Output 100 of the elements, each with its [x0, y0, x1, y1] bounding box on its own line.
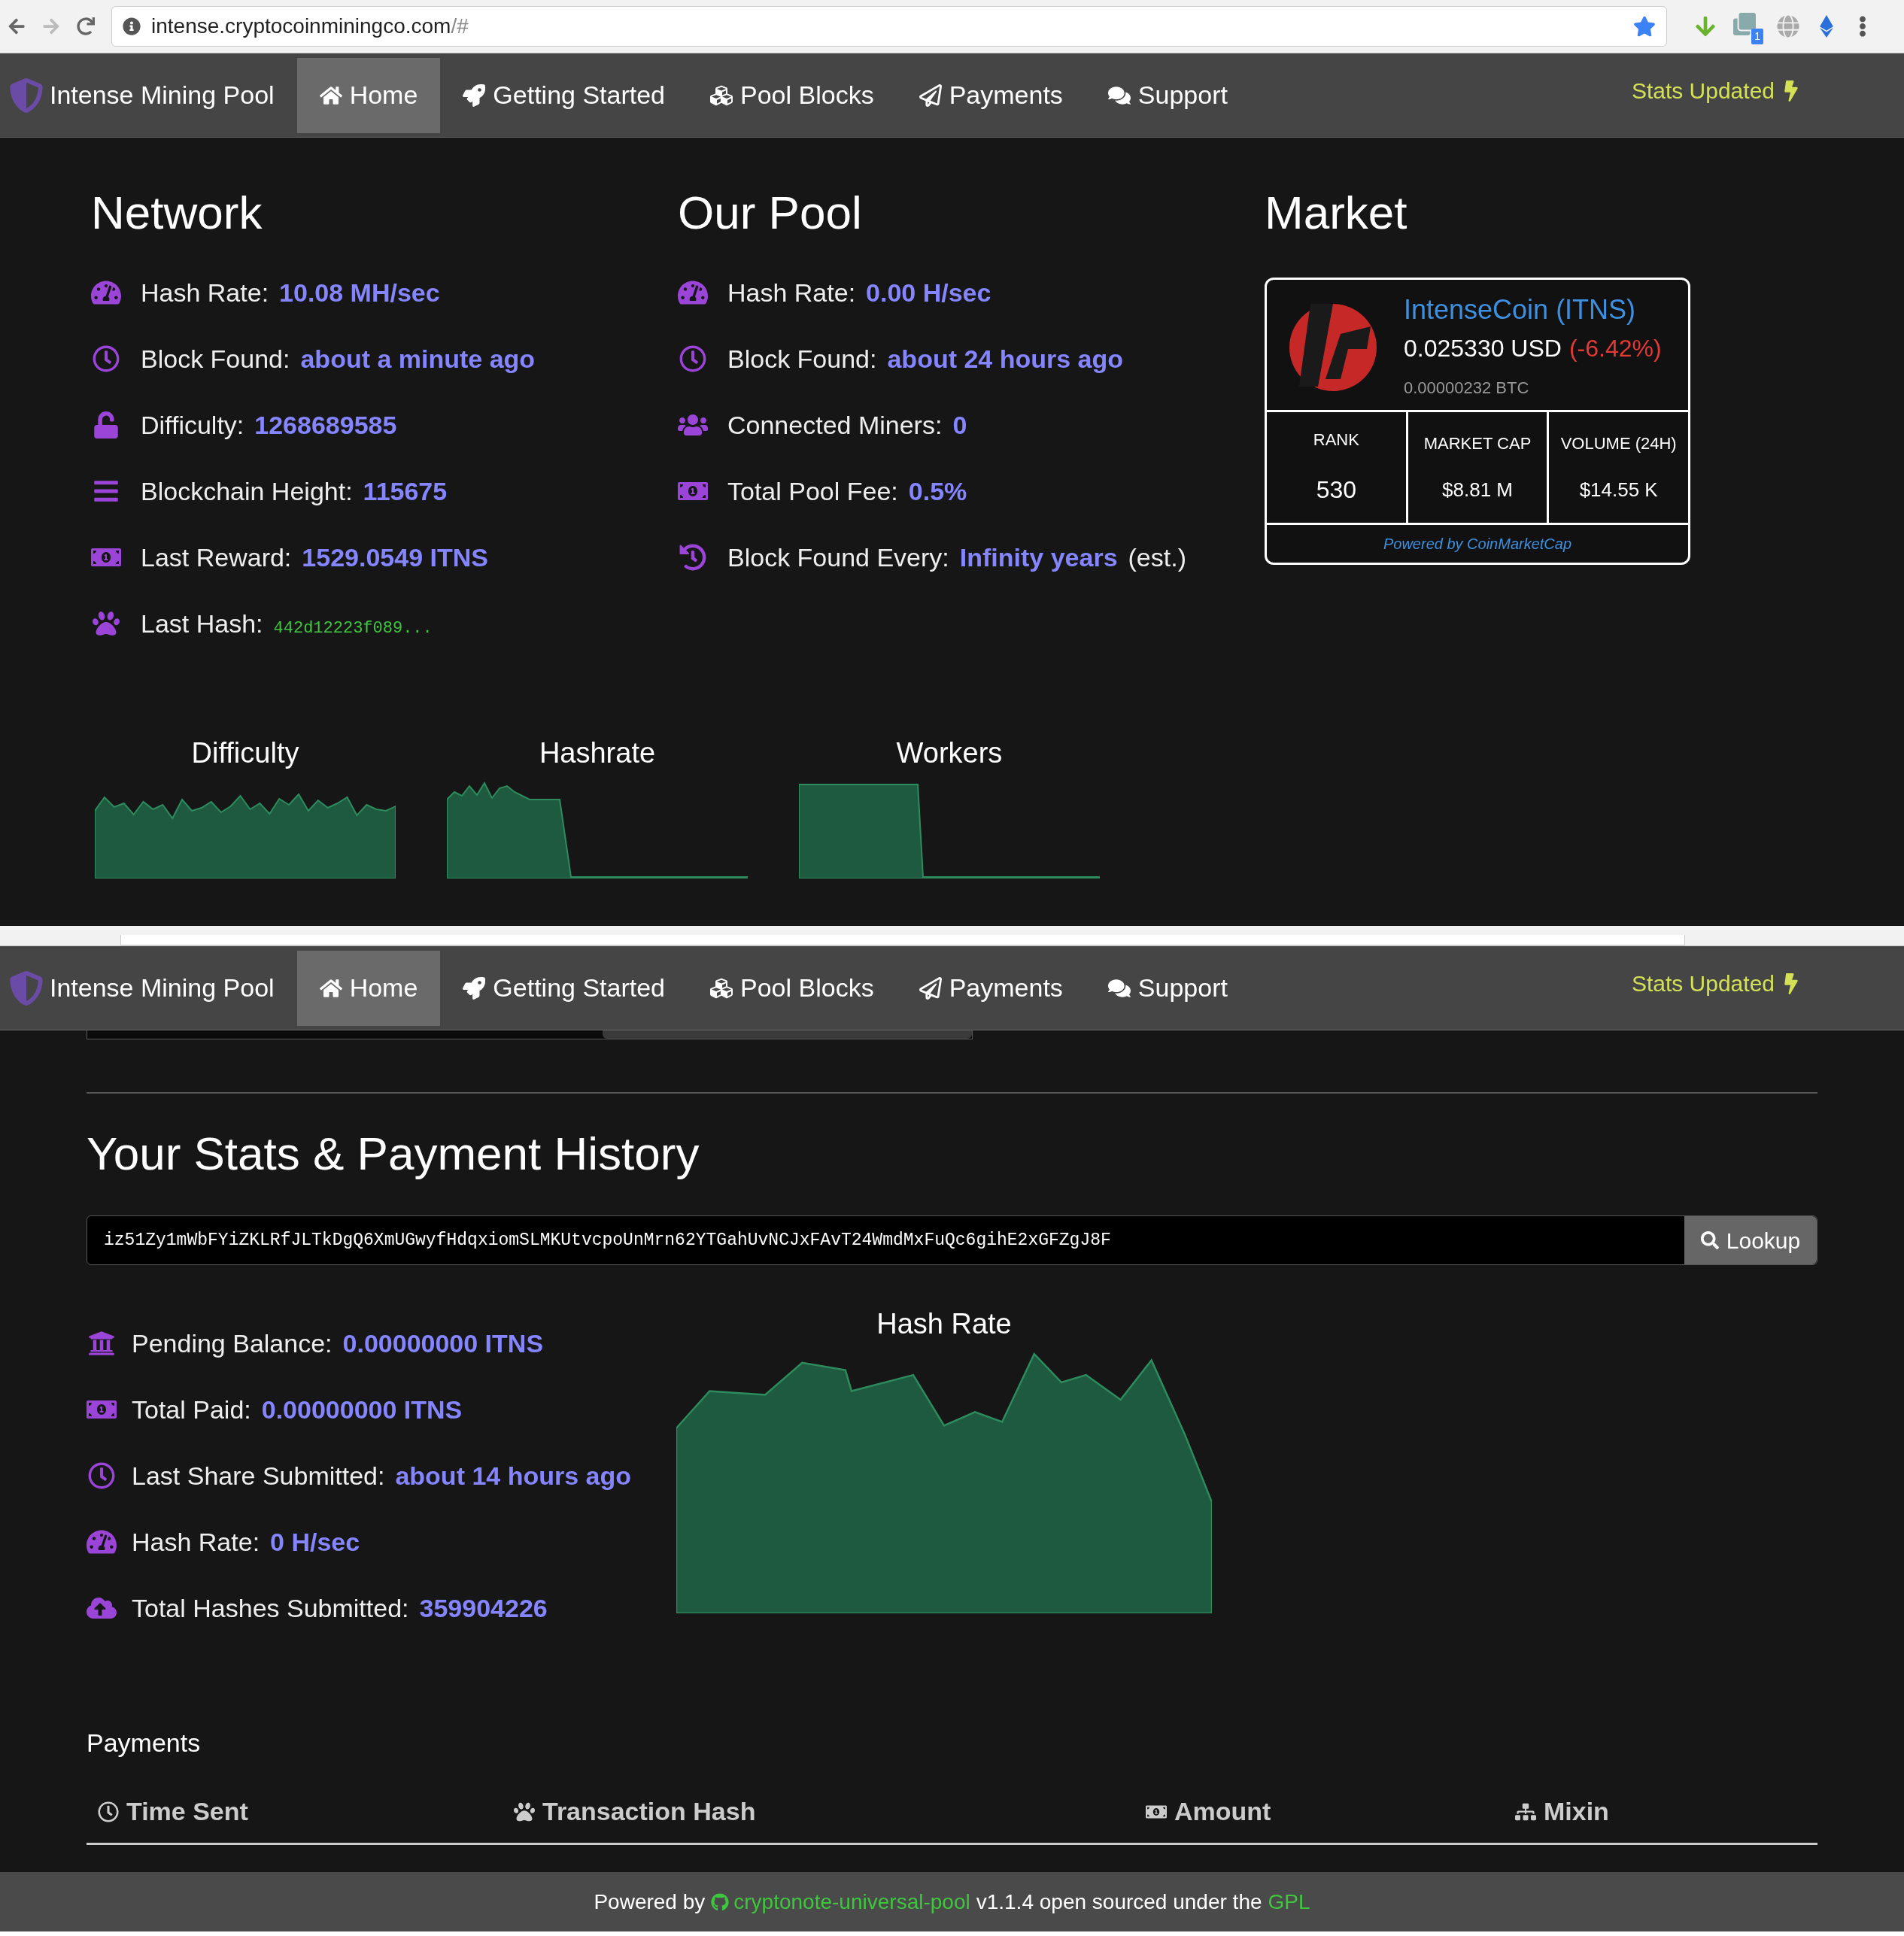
stat-label: Hash Rate: — [727, 277, 856, 308]
price-change: (-6.42%) — [1568, 334, 1662, 363]
back-icon[interactable] — [8, 17, 26, 35]
section-heading: Our Pool — [678, 186, 863, 240]
market-column-label: RANK — [1313, 429, 1359, 451]
extension-badge: 1 — [1751, 29, 1763, 44]
stat-label: Last Hash: — [141, 608, 263, 639]
nav-tab[interactable]: Pool Blocks — [688, 57, 897, 133]
sparkline-title: Workers — [896, 736, 1003, 770]
section-heading: Your Stats & Payment History — [87, 1127, 700, 1181]
stat-label: Last Reward: — [141, 542, 292, 573]
nav-tab[interactable]: Getting Started — [440, 950, 688, 1026]
section-heading: Network — [91, 186, 263, 240]
stat-label: Pending Balance: — [132, 1328, 333, 1359]
stats-updated-label: Stats Updated — [1631, 970, 1775, 997]
stat-value: 10.08 MH/sec — [279, 277, 440, 308]
powered-by-link[interactable]: Powered by CoinMarketCap — [1383, 533, 1572, 555]
search-icon — [1700, 1231, 1719, 1249]
column-header: Mixin — [1544, 1796, 1609, 1827]
nav-tab[interactable]: Payments — [896, 950, 1086, 1026]
sparkline-title: Hashrate — [539, 736, 656, 770]
stat-label: Total Pool Fee: — [727, 475, 898, 507]
footer-text: Powered by cryptonote-universal-pool v1.1.4 open sourced under the GPL — [594, 1886, 1310, 1918]
cubes-icon — [710, 976, 733, 1000]
stat-value: 0.00 H/sec — [866, 277, 991, 308]
paper-plane-icon — [919, 83, 942, 107]
stat-label: Hash Rate: — [132, 1526, 260, 1558]
reload-icon[interactable] — [77, 17, 95, 35]
stat-label: Total Hashes Submitted: — [132, 1592, 409, 1624]
nav-tab[interactable]: Support — [1085, 950, 1250, 1026]
gauge-icon — [678, 279, 708, 306]
nav-tab[interactable]: Home — [296, 57, 441, 133]
market-column-value: 530 — [1316, 475, 1357, 505]
stat-value: 1268689585 — [254, 409, 397, 441]
bolt-icon — [1784, 973, 1799, 994]
project-link[interactable]: cryptonote-universal-pool — [711, 1886, 970, 1918]
brand-name[interactable]: Intense Mining Pool — [50, 76, 275, 114]
paper-plane-icon — [919, 976, 942, 1000]
column-header: Transaction Hash — [542, 1796, 756, 1827]
rocket-icon — [463, 83, 486, 107]
url-text: intense.cryptocoinminingco.com/# — [151, 14, 469, 39]
wallet-address-input[interactable]: iz51Zy1mWbFYiZKLRfJLTkDgQ6XmUGwyfHdqxiomSLMKUtvcpoUnMrn62YTGahUvNCJxFAvT24WmdMxFuQc6gihE2xGFZgJ8F — [87, 1216, 1684, 1264]
lookup-button[interactable]: Lookup — [1684, 1216, 1817, 1264]
market-column-label: VOLUME (24H) — [1560, 432, 1677, 454]
section-heading: Market — [1265, 186, 1408, 240]
stat-value: 1529.0549 ITNS — [302, 542, 488, 573]
paw-icon — [91, 610, 121, 637]
btc-price: 0.00000232 BTC — [1404, 378, 1530, 399]
nav-tab[interactable]: Getting Started — [440, 57, 688, 133]
stat-label: Block Found: — [727, 343, 877, 375]
download-icon[interactable] — [1694, 15, 1717, 38]
stat-label: Block Found Every: — [727, 542, 949, 573]
star-icon[interactable] — [1633, 15, 1656, 38]
stats-updated-label: Stats Updated — [1631, 77, 1775, 105]
stat-value: 0.5% — [908, 475, 967, 507]
stat-value: 0.00000000 ITNS — [342, 1328, 544, 1359]
stat-value: 0.00000000 ITNS — [261, 1394, 463, 1425]
stat-label: Block Found: — [141, 343, 290, 375]
stat-value: 359904226 — [419, 1592, 548, 1624]
stat-note: (est.) — [1128, 542, 1186, 573]
bolt-icon — [1784, 80, 1799, 102]
coin-name[interactable]: IntenseCoin (ITNS) — [1404, 290, 1662, 330]
coin-price: 0.025330 USD — [1404, 334, 1562, 363]
rocket-icon — [463, 976, 486, 1000]
stat-value: 115675 — [363, 475, 448, 507]
payments-heading: Payments — [87, 1728, 202, 1758]
nav-tab[interactable]: Payments — [896, 57, 1086, 133]
stat-label: Connected Miners: — [727, 409, 943, 441]
sparkline-title: Difficulty — [191, 736, 299, 770]
chart-title: Hash Rate — [876, 1307, 1012, 1341]
brand-name[interactable]: Intense Mining Pool — [50, 969, 275, 1007]
column-header: Amount — [1174, 1796, 1271, 1827]
gauge-icon — [87, 1528, 117, 1555]
gauge-icon — [91, 279, 121, 306]
stat-value: about 24 hours ago — [887, 343, 1124, 375]
cubes-icon — [710, 83, 733, 107]
stat-value: about a minute ago — [300, 343, 536, 375]
stat-value: about 14 hours ago — [395, 1460, 631, 1491]
stat-label: Hash Rate: — [141, 277, 269, 308]
info-icon[interactable] — [123, 17, 141, 35]
clock-icon — [91, 345, 121, 372]
license-link[interactable]: GPL — [1268, 1886, 1310, 1918]
market-column-value: $8.81 M — [1442, 477, 1513, 502]
stat-value: Infinity years — [959, 542, 1118, 573]
extension-icon[interactable] — [1733, 13, 1756, 35]
github-icon — [711, 1892, 730, 1911]
clock-icon — [678, 345, 708, 372]
column-header: Time Sent — [126, 1796, 248, 1827]
nav-tab[interactable]: Support — [1085, 57, 1250, 133]
address-field[interactable]: intense.cryptocoinminingco.com/# — [111, 6, 1667, 47]
market-column-value: $14.55 K — [1579, 477, 1658, 502]
market-column-label: MARKET CAP — [1423, 432, 1532, 454]
stat-label: Total Paid: — [132, 1394, 251, 1425]
stat-label: Difficulty: — [141, 409, 244, 441]
address-lookup-field[interactable]: iz51Zy1mWbFYiZKLRfJLTkDgQ6XmUGwyfHdqxiomSLMKUtvcpoUnMrn62YTGahUvNCJxFAvT24WmdMxFuQc6gihE2xGFZgJ8F Lookup — [87, 1215, 1817, 1265]
nav-tab[interactable]: Pool Blocks — [688, 950, 897, 1026]
clock-icon — [87, 1462, 117, 1489]
paw-icon — [514, 1801, 535, 1822]
nav-tab[interactable]: Home — [296, 950, 441, 1026]
bank-icon — [87, 1330, 117, 1357]
